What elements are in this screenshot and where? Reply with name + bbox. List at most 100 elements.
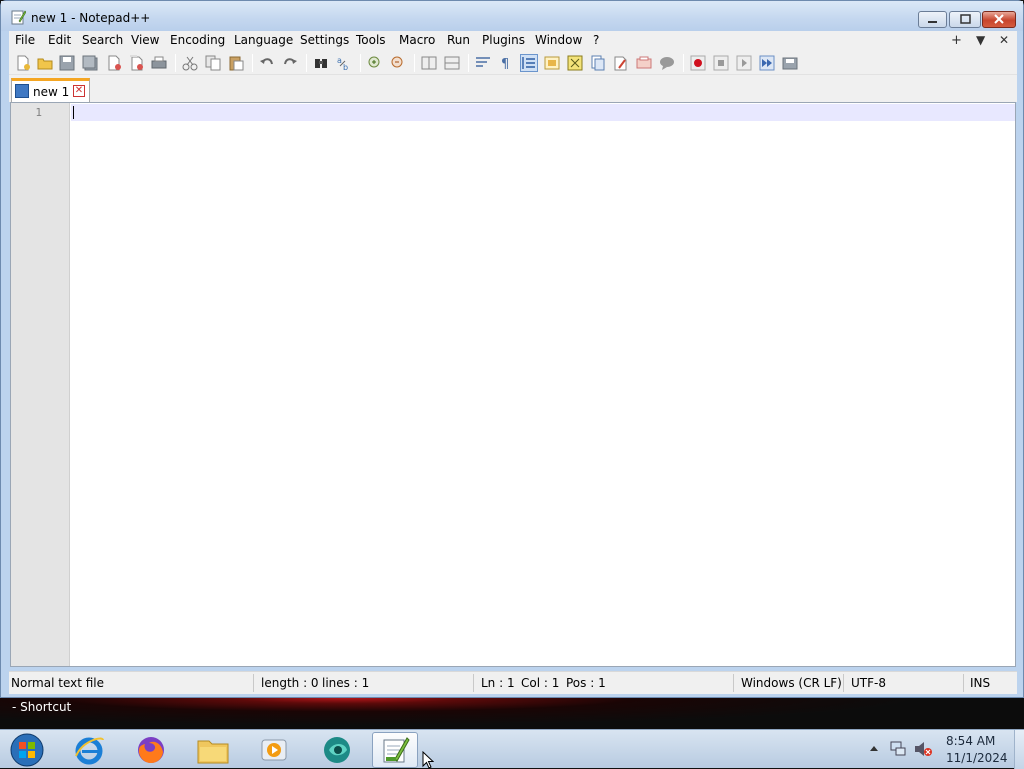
start-button[interactable]: [4, 732, 50, 768]
line-number: 1: [35, 106, 42, 119]
media-player-icon: [261, 739, 287, 761]
menu-language[interactable]: Language: [234, 33, 293, 47]
internet-explorer-icon: [75, 737, 104, 765]
editor-area[interactable]: 1: [10, 102, 1016, 667]
close-window-button[interactable]: [982, 11, 1016, 28]
new-file-icon[interactable]: [15, 55, 31, 71]
monitoring-icon[interactable]: [636, 55, 652, 71]
toolbar-separator: [683, 54, 684, 72]
menu-run[interactable]: Run: [447, 33, 470, 47]
print-icon[interactable]: [151, 55, 167, 71]
sync-vertical-icon[interactable]: [421, 55, 437, 71]
word-wrap-icon[interactable]: [475, 55, 491, 71]
notepad-plus-plus-window: new 1 - Notepad++ File Edit Search View …: [0, 0, 1024, 698]
indent-guide-icon[interactable]: [520, 54, 538, 72]
redo-icon[interactable]: [282, 55, 298, 71]
taskbar-firefox[interactable]: [128, 732, 174, 768]
close-icon: [994, 14, 1004, 24]
menu-plugins[interactable]: Plugins: [482, 33, 525, 47]
menu-edit[interactable]: Edit: [48, 33, 71, 47]
stop-macro-icon[interactable]: [713, 55, 729, 71]
toolbar-separator: [414, 54, 415, 72]
taskbar-internet-explorer[interactable]: [66, 732, 112, 768]
status-mode[interactable]: INS: [970, 676, 990, 690]
volume-muted-icon[interactable]: [913, 740, 933, 758]
clock-date[interactable]: 11/1/2024: [946, 751, 1008, 765]
menu-encoding[interactable]: Encoding: [170, 33, 225, 47]
save-macro-icon[interactable]: [782, 55, 798, 71]
undo-icon[interactable]: [259, 55, 275, 71]
network-icon[interactable]: [889, 740, 907, 758]
toolbar: ab ¶: [9, 51, 1017, 75]
replace-icon[interactable]: ab: [336, 55, 352, 71]
taskbar-media-player[interactable]: [251, 732, 297, 768]
user-language-icon[interactable]: [544, 55, 560, 71]
show-all-chars-icon[interactable]: ¶: [498, 55, 514, 71]
new-tab-button[interactable]: +: [951, 33, 962, 48]
menu-help[interactable]: ?: [593, 33, 599, 47]
status-bar: Normal text file length : 0 lines : 1 Ln…: [9, 671, 1017, 694]
copy-icon[interactable]: [205, 55, 221, 71]
save-icon[interactable]: [59, 55, 75, 71]
notepad-plus-plus-icon: [383, 737, 410, 763]
tab-new-1[interactable]: new 1 ✕: [11, 78, 90, 102]
menu-tools[interactable]: Tools: [356, 33, 386, 47]
text-caret: [73, 106, 74, 119]
toolbar-separator: [252, 54, 253, 72]
minimize-icon: [928, 21, 937, 23]
close-icon[interactable]: [106, 55, 122, 71]
svg-text:¶: ¶: [501, 57, 509, 71]
start-orb-icon: [10, 733, 44, 767]
taskbar-app[interactable]: [314, 732, 360, 768]
menu-view[interactable]: View: [131, 33, 159, 47]
cut-icon[interactable]: [182, 55, 198, 71]
maximize-button[interactable]: [949, 11, 981, 28]
clock-time[interactable]: 8:54 AM: [946, 734, 995, 748]
record-macro-icon[interactable]: [690, 55, 706, 71]
status-separator: [733, 674, 734, 692]
tab-list-dropdown[interactable]: ▼: [976, 33, 985, 47]
menu-macro[interactable]: Macro: [399, 33, 435, 47]
sync-horizontal-icon[interactable]: [444, 55, 460, 71]
status-encoding[interactable]: UTF-8: [851, 676, 886, 690]
menu-settings[interactable]: Settings: [300, 33, 349, 47]
menu-window[interactable]: Window: [535, 33, 582, 47]
status-length: length : 0: [261, 676, 319, 690]
menu-bar: File Edit Search View Encoding Language …: [9, 31, 1017, 51]
folder-workspace-icon[interactable]: [613, 55, 629, 71]
current-line-highlight: [71, 104, 1015, 121]
status-ln: Ln : 1: [481, 676, 515, 690]
doc-map-icon[interactable]: [567, 55, 583, 71]
save-all-icon[interactable]: [82, 55, 98, 71]
find-icon[interactable]: [313, 55, 329, 71]
close-document-button[interactable]: ✕: [999, 33, 1009, 47]
status-lines: lines : 1: [322, 676, 370, 690]
status-separator: [253, 674, 254, 692]
window-title: new 1 - Notepad++: [31, 11, 151, 25]
menu-file[interactable]: File: [15, 33, 35, 47]
title-bar[interactable]: new 1 - Notepad++: [1, 1, 1023, 31]
svg-text:b: b: [343, 63, 348, 71]
taskbar-notepad-plus-plus[interactable]: [372, 732, 418, 768]
run-macro-multiple-icon[interactable]: [759, 55, 775, 71]
minimize-button[interactable]: [918, 11, 947, 28]
taskbar-file-explorer[interactable]: [190, 732, 236, 768]
function-list-icon[interactable]: [590, 55, 606, 71]
toolbar-separator: [175, 54, 176, 72]
close-all-icon[interactable]: [128, 55, 144, 71]
show-hidden-icons-icon[interactable]: [868, 743, 880, 755]
comment-icon[interactable]: [659, 55, 675, 71]
desktop-screen: new 1 - Notepad++ File Edit Search View …: [0, 0, 1024, 769]
zoom-out-icon[interactable]: [390, 55, 406, 71]
play-macro-icon[interactable]: [736, 55, 752, 71]
show-desktop-button[interactable]: [1014, 730, 1024, 769]
status-eol[interactable]: Windows (CR LF): [741, 676, 842, 690]
menu-search[interactable]: Search: [82, 33, 123, 47]
svg-text:a: a: [337, 56, 342, 65]
paste-icon[interactable]: [228, 55, 244, 71]
file-explorer-icon: [197, 740, 229, 764]
tab-close-button[interactable]: ✕: [73, 85, 85, 97]
toolbar-separator: [306, 54, 307, 72]
zoom-in-icon[interactable]: [367, 55, 383, 71]
open-file-icon[interactable]: [37, 55, 53, 71]
